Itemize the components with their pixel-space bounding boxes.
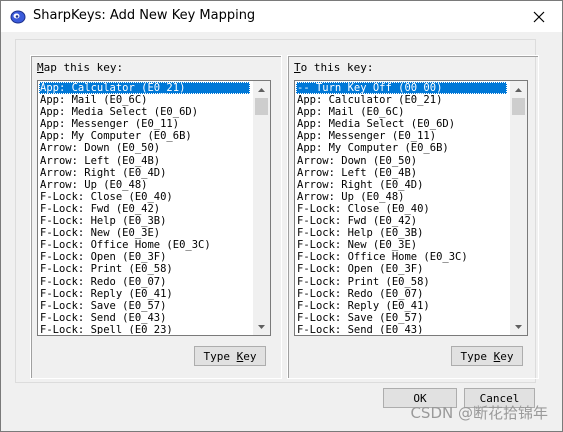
scroll-up-arrow-icon xyxy=(515,87,522,92)
list-item[interactable]: Arrow: Left (E0_4B) xyxy=(39,155,250,167)
list-item[interactable]: Arrow: Left (E0_4B) xyxy=(296,167,507,179)
label-accelerator: T xyxy=(294,61,301,74)
list-item[interactable]: F-Lock: Reply (E0_41) xyxy=(39,288,250,300)
button-text: Type xyxy=(203,349,237,363)
map-from-panel: Map this key: App: Calculator (E0_21) App… xyxy=(30,55,282,379)
map-from-listbox[interactable]: App: Calculator (E0_21) App: Mail (E0_6C)… xyxy=(37,80,271,336)
list-item[interactable]: F-Lock: Help (E0_3B) xyxy=(39,215,250,227)
list-item[interactable]: App: My Computer (E0_6B) xyxy=(39,130,250,142)
label-text: ap this key: xyxy=(43,61,124,74)
window-title: SharpKeys: Add New Key Mapping xyxy=(33,8,256,23)
scroll-thumb[interactable] xyxy=(255,98,268,115)
map-to-list[interactable]: -- Turn Key Off (00_00) App: Calculator (… xyxy=(296,82,507,334)
list-item[interactable]: F-Lock: New (E0_3E) xyxy=(39,227,250,239)
list-item[interactable]: Arrow: Down (E0_50) xyxy=(296,155,507,167)
list-item[interactable]: F-Lock: Reply (E0_41) xyxy=(296,300,507,312)
title-bar[interactable]: SharpKeys: Add New Key Mapping xyxy=(1,1,562,32)
scroll-up-button[interactable] xyxy=(510,81,527,98)
list-item[interactable]: Arrow: Up (E0_48) xyxy=(39,179,250,191)
list-item[interactable]: F-Lock: Save (E0_57) xyxy=(39,300,250,312)
scroll-down-arrow-icon xyxy=(258,324,265,329)
list-item[interactable]: App: Media Select (E0_6D) xyxy=(39,106,250,118)
label-text: o this key: xyxy=(300,61,374,74)
to-this-key-label: To this key: xyxy=(294,61,373,74)
list-item[interactable]: F-Lock: Open (E0_3F) xyxy=(39,251,250,263)
list-item[interactable]: F-Lock: Send (E0_43) xyxy=(39,312,250,324)
list-item[interactable]: App: Mail (E0_6C) xyxy=(39,94,250,106)
dialog-client-area: Map this key: App: Calculator (E0_21) App… xyxy=(1,32,562,431)
list-item[interactable]: F-Lock: Open (E0_3F) xyxy=(296,263,507,275)
button-accelerator: K xyxy=(236,349,244,363)
list-item[interactable]: App: Mail (E0_6C) xyxy=(296,106,507,118)
list-item[interactable]: App: Calculator (E0_21) xyxy=(39,82,250,95)
close-button[interactable] xyxy=(516,1,562,32)
list-item[interactable]: F-Lock: Save (E0_57) xyxy=(296,312,507,324)
list-item[interactable]: Arrow: Down (E0_50) xyxy=(39,142,250,154)
map-to-scrollbar[interactable] xyxy=(510,81,527,335)
list-item[interactable]: App: Messenger (E0_11) xyxy=(39,118,250,130)
watermark: CSDN @断花拾锦年 xyxy=(410,404,548,422)
list-item[interactable]: F-Lock: Fwd (E0_42) xyxy=(39,203,250,215)
list-item[interactable]: F-Lock: Send (E0_43) xyxy=(296,324,507,334)
scroll-down-button[interactable] xyxy=(253,318,270,335)
list-item[interactable]: F-Lock: Close (E0_40) xyxy=(39,191,250,203)
map-to-listbox[interactable]: -- Turn Key Off (00_00) App: Calculator (… xyxy=(294,80,528,336)
map-to-type-key-button[interactable]: Type Key xyxy=(451,346,523,366)
list-item[interactable]: F-Lock: Spell (E0_23) xyxy=(39,324,250,334)
scroll-down-arrow-icon xyxy=(515,324,522,329)
list-item[interactable]: App: My Computer (E0_6B) xyxy=(296,142,507,154)
sharpkeys-app-icon xyxy=(10,10,26,24)
button-text-rest: ey xyxy=(243,349,257,363)
list-item[interactable]: F-Lock: Redo (E0_07) xyxy=(39,276,250,288)
list-item[interactable]: F-Lock: Help (E0_3B) xyxy=(296,227,507,239)
button-text: Type xyxy=(460,349,494,363)
scroll-down-button[interactable] xyxy=(510,318,527,335)
list-item[interactable]: F-Lock: Office Home (E0_3C) xyxy=(39,239,250,251)
list-item[interactable]: F-Lock: Redo (E0_07) xyxy=(296,288,507,300)
list-item[interactable]: Arrow: Right (E0_4D) xyxy=(39,167,250,179)
list-item[interactable]: F-Lock: Office Home (E0_3C) xyxy=(296,251,507,263)
scroll-up-button[interactable] xyxy=(253,81,270,98)
close-icon xyxy=(533,11,545,22)
list-item[interactable]: App: Messenger (E0_11) xyxy=(296,130,507,142)
map-this-key-label: Map this key: xyxy=(37,61,123,74)
list-item[interactable]: F-Lock: Print (E0_58) xyxy=(39,263,250,275)
map-from-list[interactable]: App: Calculator (E0_21) App: Mail (E0_6C)… xyxy=(39,82,250,334)
map-from-scrollbar[interactable] xyxy=(253,81,270,335)
dialog-window: SharpKeys: Add New Key Mapping Map this … xyxy=(0,0,563,432)
scroll-thumb[interactable] xyxy=(512,98,525,115)
map-to-panel: To this key: -- Turn Key Off (00_00) App:… xyxy=(287,55,539,379)
list-item[interactable]: App: Media Select (E0_6D) xyxy=(296,118,507,130)
list-item[interactable]: Arrow: Right (E0_4D) xyxy=(296,179,507,191)
button-accelerator: K xyxy=(493,349,501,363)
button-text-rest: ey xyxy=(500,349,514,363)
list-item[interactable]: F-Lock: New (E0_3E) xyxy=(296,239,507,251)
mapping-group: Map this key: App: Calculator (E0_21) App… xyxy=(15,39,539,383)
list-item[interactable]: -- Turn Key Off (00_00) xyxy=(296,82,507,95)
map-from-type-key-button[interactable]: Type Key xyxy=(194,346,266,366)
scroll-up-arrow-icon xyxy=(258,87,265,92)
list-item[interactable]: F-Lock: Close (E0_40) xyxy=(296,203,507,215)
list-item[interactable]: F-Lock: Fwd (E0_42) xyxy=(296,215,507,227)
list-item[interactable]: App: Calculator (E0_21) xyxy=(296,94,507,106)
list-item[interactable]: Arrow: Up (E0_48) xyxy=(296,191,507,203)
list-item[interactable]: F-Lock: Print (E0_58) xyxy=(296,276,507,288)
label-accelerator: M xyxy=(37,61,44,74)
